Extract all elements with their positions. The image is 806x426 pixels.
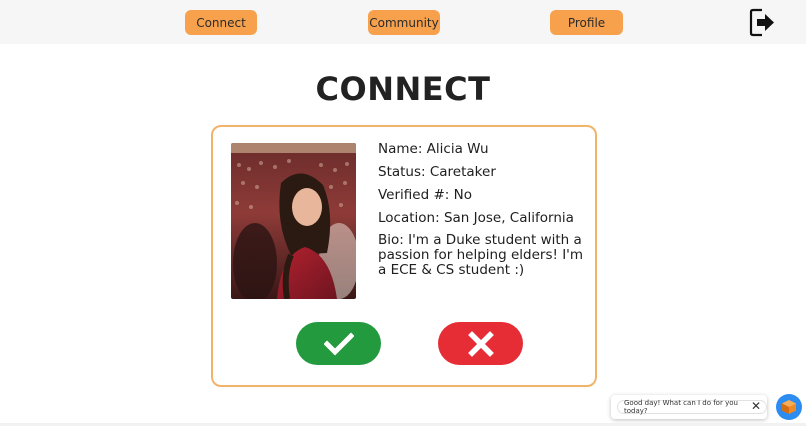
- nav-connect-button[interactable]: Connect: [185, 10, 257, 35]
- profile-verified: Verified #: No: [378, 187, 472, 203]
- checkmark-icon: [323, 331, 354, 356]
- reject-button[interactable]: [438, 322, 523, 365]
- nav-community-button[interactable]: Community: [368, 10, 440, 35]
- chat-greeting-bubble: Good day! What can I do for you today? ✕: [611, 395, 767, 419]
- top-navigation-bar: Connect Community Profile: [0, 0, 806, 44]
- accept-button[interactable]: [296, 322, 381, 365]
- chat-greeting-text[interactable]: Good day! What can I do for you today?: [617, 399, 767, 415]
- profile-status: Status: Caretaker: [378, 164, 496, 180]
- chat-bot-icon[interactable]: [776, 394, 802, 420]
- page-title: CONNECT: [315, 70, 491, 108]
- nav-profile-button[interactable]: Profile: [550, 10, 623, 35]
- profile-name: Name: Alicia Wu: [378, 141, 489, 157]
- profile-info: Name: Alicia Wu Status: Caretaker Verifi…: [378, 141, 588, 285]
- chat-close-icon[interactable]: ✕: [750, 399, 762, 413]
- profile-card: Name: Alicia Wu Status: Caretaker Verifi…: [211, 125, 597, 387]
- profile-location: Location: San Jose, California: [378, 210, 574, 226]
- close-icon: [467, 330, 494, 357]
- profile-bio: Bio: I'm a Duke student with a passion f…: [378, 232, 584, 278]
- profile-photo: [231, 143, 356, 299]
- logout-icon[interactable]: [749, 8, 775, 37]
